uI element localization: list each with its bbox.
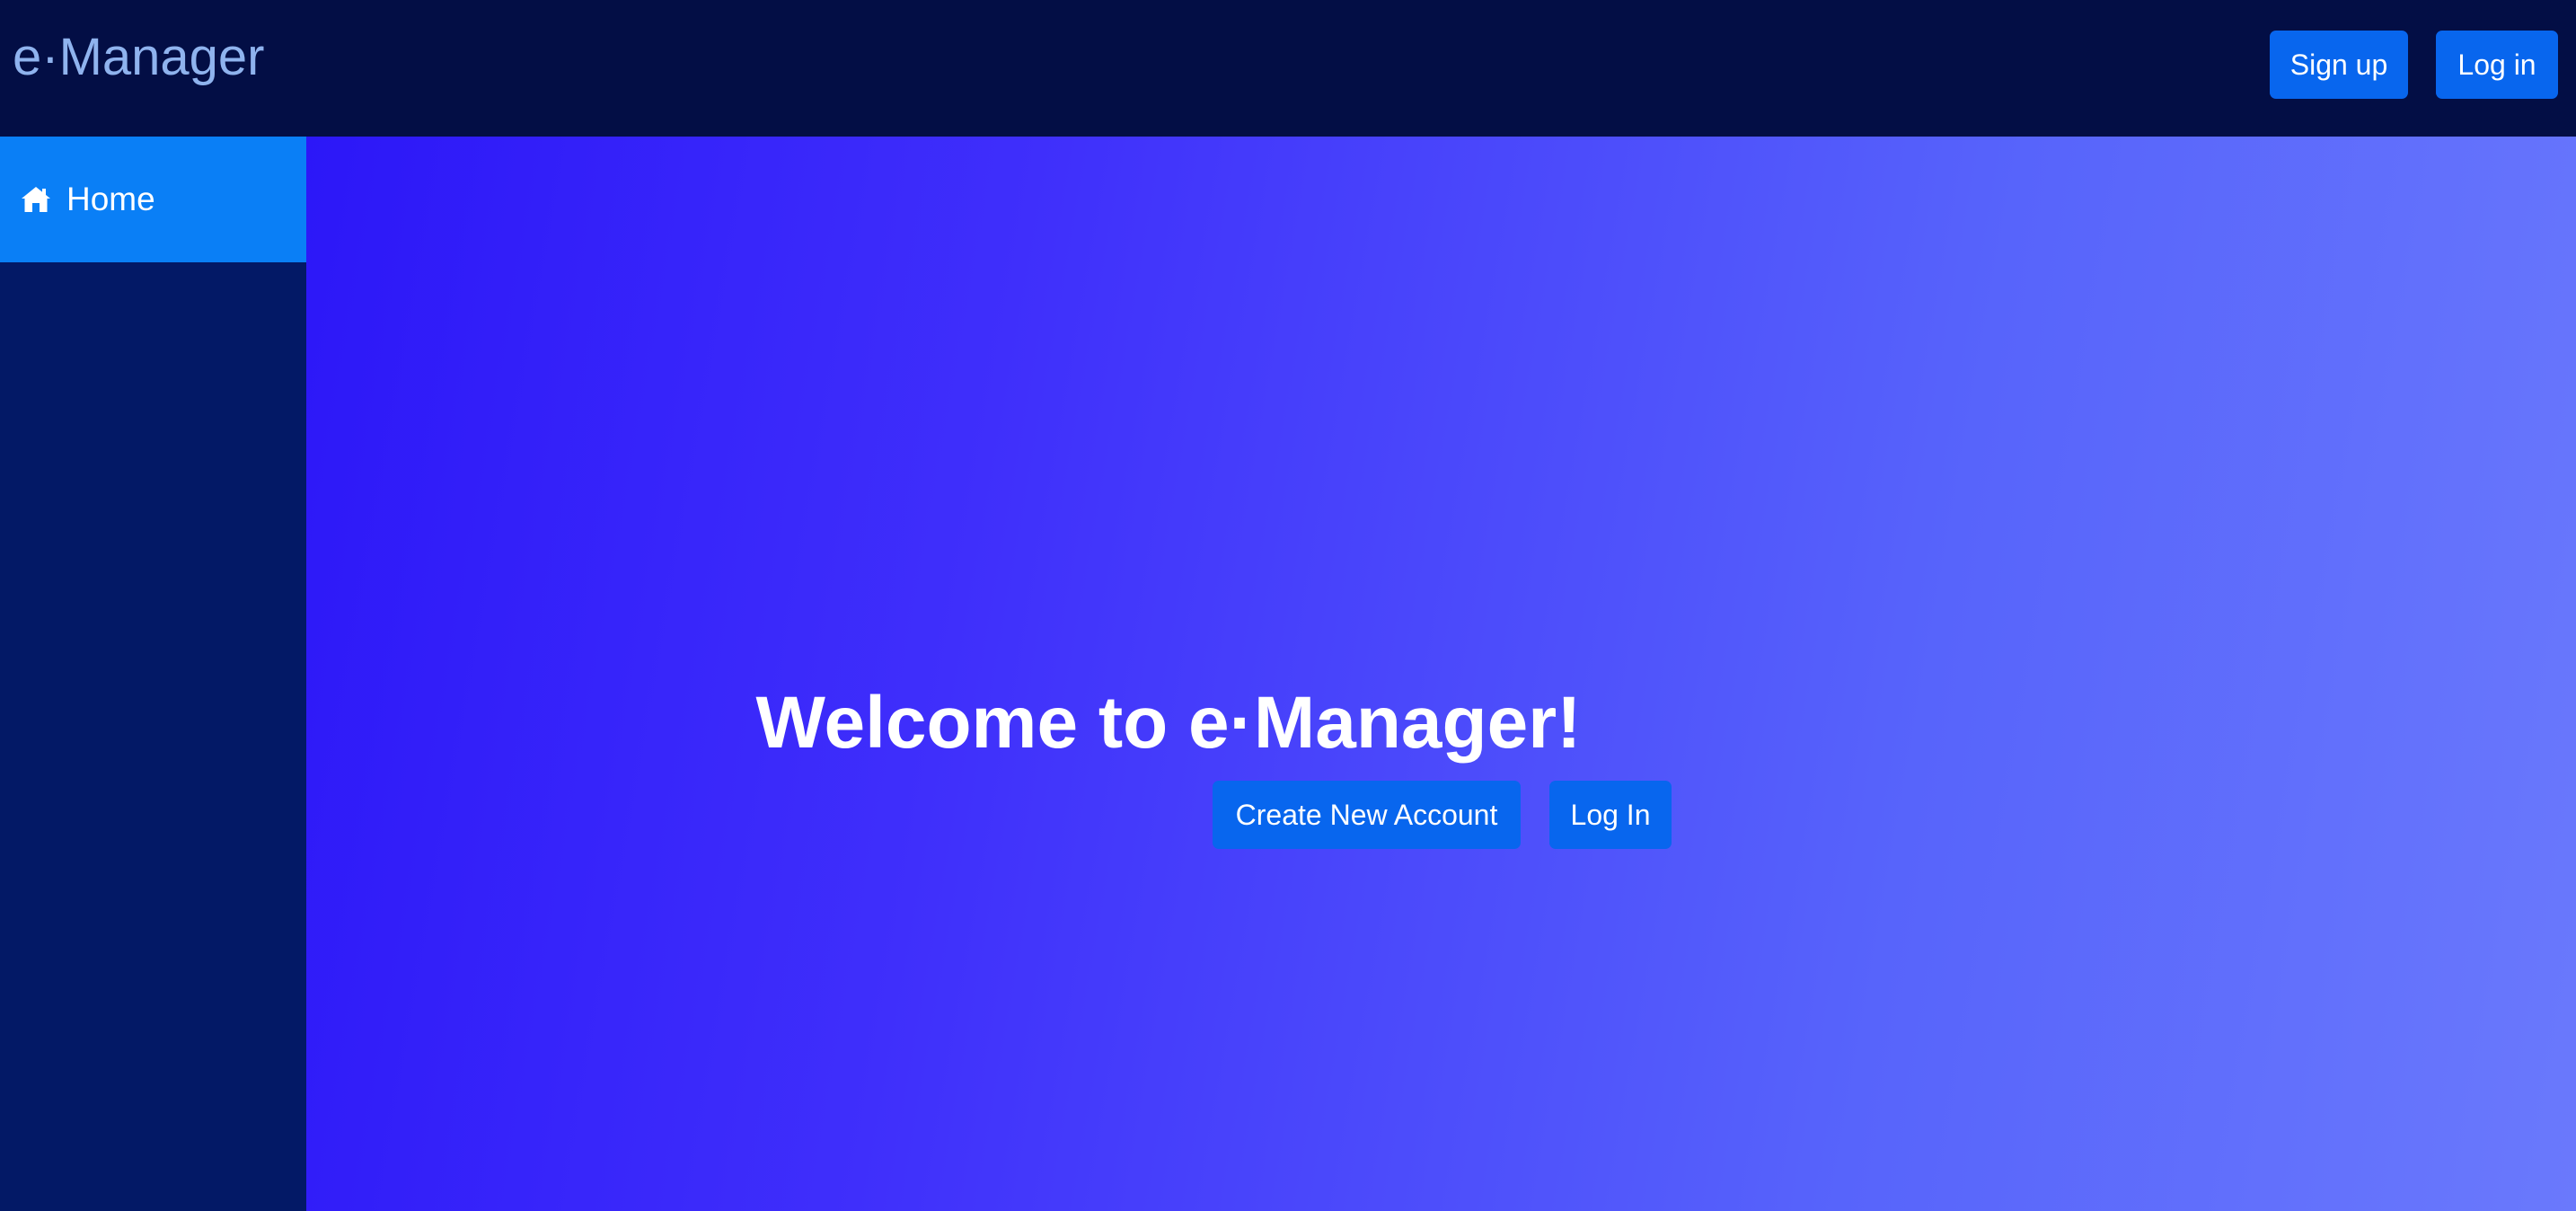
sidebar-item-label: Home: [66, 181, 155, 217]
sidebar: Home: [0, 137, 306, 1211]
top-navbar: e·Manager Sign up Log in: [0, 0, 2576, 137]
signup-button[interactable]: Sign up: [2270, 31, 2408, 99]
brand-logo[interactable]: e·Manager: [13, 23, 264, 92]
create-account-button[interactable]: Create New Account: [1213, 781, 1521, 849]
page-title: Welcome to e·Manager!: [755, 682, 1582, 764]
hero-actions: Create New Account Log In: [1213, 781, 1672, 849]
hero-login-button[interactable]: Log In: [1549, 781, 1672, 849]
login-button[interactable]: Log in: [2436, 31, 2558, 99]
hero-section: Welcome to e·Manager!: [306, 678, 2031, 768]
home-icon: [20, 185, 52, 214]
main-content: Welcome to e·Manager! Create New Account…: [306, 137, 2576, 1211]
sidebar-item-home[interactable]: Home: [0, 137, 306, 262]
